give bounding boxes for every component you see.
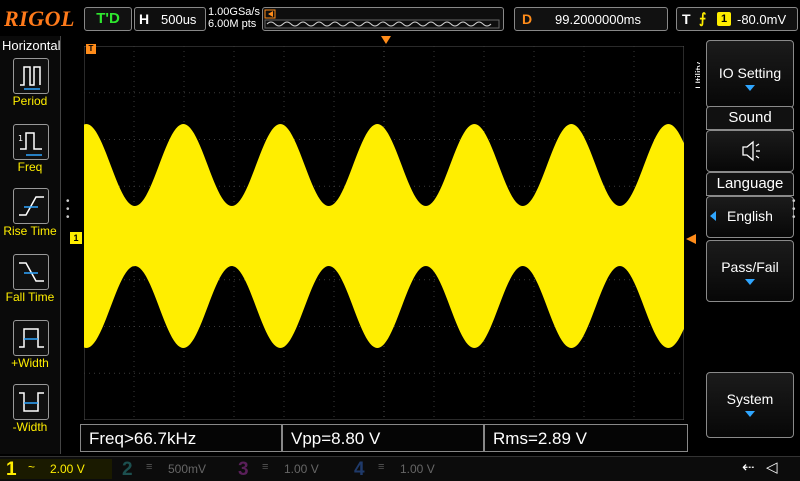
channel2-number: 2 [122, 459, 133, 480]
trigger-label: T [682, 11, 691, 27]
rms-measurement[interactable]: Rms=2.89 V [484, 424, 688, 452]
measure-fall-time-item[interactable]: Fall Time [0, 252, 60, 316]
frequency-measurement[interactable]: Freq>66.7kHz [80, 424, 282, 452]
memory-overview-bar[interactable] [262, 7, 504, 31]
language-title: Language [706, 172, 794, 196]
pass-fail-label: Pass/Fail [721, 259, 779, 275]
trigger-source-badge: 1 [717, 12, 731, 26]
left-arrow-icon [710, 211, 716, 221]
usb-icon: ⇠ [742, 459, 755, 476]
rise-time-label: Rise Time [3, 224, 57, 238]
io-setting-label: IO Setting [718, 65, 782, 81]
frequency-label: Freq [17, 160, 43, 174]
menu-page-dots: • • • [66, 196, 70, 223]
horizontal-label: H [139, 11, 150, 27]
channel4-number: 4 [354, 459, 365, 480]
rise-time-icon [13, 188, 49, 224]
vpp-measurement[interactable]: Vpp=8.80 V [282, 424, 484, 452]
channel1-ground-marker[interactable]: 1 [70, 232, 82, 244]
menu-page-dots-right: • • • [792, 196, 796, 223]
timebase-value: 500us [161, 12, 197, 27]
channel3-scale: 1.00 V [284, 462, 319, 476]
svg-text:1: 1 [18, 134, 23, 143]
trigger-level: -80.0mV [737, 12, 787, 27]
sound-title: Sound [706, 106, 794, 130]
speaker-icon [742, 140, 760, 162]
delay-value: 99.2000000ms [555, 12, 642, 27]
negative-width-label: -Width [12, 420, 48, 434]
sound-button[interactable] [706, 130, 794, 172]
memory-overview-waveform [264, 9, 500, 29]
measure-period-item[interactable]: Period [0, 56, 60, 120]
period-icon [13, 58, 49, 94]
brand-logo: RIGOL [4, 6, 75, 31]
positive-width-label: +Width [11, 356, 49, 370]
channel-status-bar: 1 ~ 2.00 V 2 ≡ 500mV 3 ≡ 1.00 V 4 ≡ 1.00… [0, 456, 800, 481]
run-status-badge[interactable]: T'D [84, 7, 132, 31]
trigger-point-marker[interactable] [381, 36, 391, 44]
speaker-icon: ◁ [766, 459, 778, 476]
frequency-icon: 1 [13, 124, 49, 160]
negative-width-icon [13, 384, 49, 420]
channel1-scale: 2.00 V [50, 462, 85, 476]
dc-coupling-icon: ≡ [262, 461, 269, 473]
submenu-arrow-icon [745, 411, 755, 417]
fall-time-label: Fall Time [5, 290, 55, 304]
ac-coupling-icon: ~ [28, 460, 36, 474]
measure-negative-width-item[interactable]: -Width [0, 382, 60, 446]
pass-fail-button[interactable]: Pass/Fail [706, 240, 794, 302]
trigger-level-marker[interactable] [686, 234, 696, 244]
measure-frequency-item[interactable]: 1 Freq [0, 122, 60, 186]
channel2-slot[interactable]: 2 ≡ 500mV [116, 459, 228, 480]
memory-depth: 6.00M pts [208, 18, 257, 30]
submenu-arrow-icon [745, 85, 755, 91]
period-label: Period [12, 94, 48, 108]
waveform-display[interactable] [84, 46, 684, 420]
channel4-slot[interactable]: 4 ≡ 1.00 V [348, 459, 460, 480]
sample-rate: 1.00GSa/s [208, 6, 260, 18]
channel3-slot[interactable]: 3 ≡ 1.00 V [232, 459, 344, 480]
measure-positive-width-item[interactable]: +Width [0, 318, 60, 382]
io-setting-button[interactable]: IO Setting [706, 40, 794, 108]
delay-box[interactable]: D 99.2000000ms [514, 7, 668, 31]
submenu-arrow-icon [745, 279, 755, 285]
language-value: English [727, 208, 773, 224]
rising-edge-icon: ⨍ [699, 10, 707, 26]
trigger-position-marker[interactable]: T [86, 44, 96, 54]
system-button[interactable]: System [706, 372, 794, 438]
channel3-number: 3 [238, 459, 249, 480]
channel2-scale: 500mV [168, 462, 207, 476]
utility-menu: IO Setting Sound Language English Pass/F… [700, 36, 800, 454]
acquisition-info: 1.00GSa/s 6.00M pts [208, 6, 260, 30]
dc-coupling-icon: ≡ [378, 461, 385, 473]
positive-width-icon [13, 320, 49, 356]
menu-title: Horizontal [2, 38, 61, 53]
trigger-box[interactable]: T ⨍ 1 -80.0mV [676, 7, 798, 31]
delay-label: D [522, 11, 533, 27]
channel4-scale: 1.00 V [400, 462, 435, 476]
channel1-slot[interactable]: 1 ~ 2.00 V [0, 459, 112, 480]
measure-rise-time-item[interactable]: Rise Time [0, 186, 60, 250]
channel1-number: 1 [6, 459, 17, 480]
horizontal-measure-menu: Horizontal Period 1 Freq Rise Time Fall … [0, 36, 61, 454]
dc-coupling-icon: ≡ [146, 461, 153, 473]
fall-time-icon [13, 254, 49, 290]
language-select[interactable]: English [706, 196, 794, 238]
timebase-box[interactable]: H 500us [134, 7, 206, 31]
system-label: System [726, 391, 774, 407]
